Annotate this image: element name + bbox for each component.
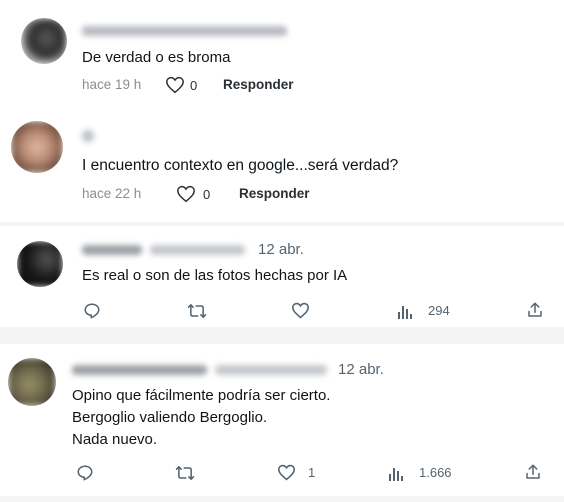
tweet-text-line-2: Bergoglio valiendo Bergoglio.	[72, 409, 268, 426]
tweet-text-line-3: Nada nuevo.	[72, 431, 158, 448]
tweet-date[interactable]: 12 abr.	[338, 361, 384, 378]
display-name-blurred[interactable]	[72, 365, 207, 375]
avatar[interactable]	[11, 121, 63, 173]
like-icon[interactable]	[291, 302, 310, 319]
like-icon[interactable]	[277, 464, 296, 481]
section-separator	[0, 222, 564, 226]
reply-button[interactable]: Responder	[239, 186, 310, 201]
comment-text: De verdad o es broma	[82, 49, 231, 66]
username-blurred[interactable]	[82, 130, 94, 142]
tweet-date[interactable]: 12 abr.	[258, 241, 304, 258]
comment-text: I encuentro contexto en google...será ve…	[82, 157, 399, 174]
avatar[interactable]	[8, 358, 56, 406]
heart-icon[interactable]	[176, 185, 196, 203]
like-count: 0	[190, 78, 198, 93]
reply-icon[interactable]	[83, 302, 101, 320]
share-icon[interactable]	[526, 301, 544, 319]
tweet-text: Es real o son de las fotos hechas por IA	[82, 267, 348, 284]
reply-icon[interactable]	[76, 464, 94, 482]
avatar[interactable]	[17, 241, 63, 287]
bottom-edge	[0, 496, 564, 502]
views-count: 1.666	[419, 465, 452, 480]
retweet-icon[interactable]	[175, 464, 195, 482]
like-count: 0	[203, 187, 211, 202]
share-icon[interactable]	[524, 463, 542, 481]
views-count: 294	[428, 303, 450, 318]
heart-icon[interactable]	[165, 76, 185, 94]
views-icon[interactable]	[397, 303, 413, 319]
reply-button[interactable]: Responder	[223, 77, 294, 92]
comment-time: hace 19 h	[82, 77, 142, 92]
display-name-blurred[interactable]	[82, 245, 142, 255]
like-count: 1	[308, 465, 316, 480]
comment-time: hace 22 h	[82, 186, 142, 201]
handle-blurred[interactable]	[150, 245, 245, 255]
retweet-icon[interactable]	[187, 302, 207, 320]
section-separator	[0, 327, 564, 343]
username-blurred[interactable]	[82, 26, 287, 36]
handle-blurred[interactable]	[215, 365, 327, 375]
divider	[0, 343, 564, 344]
avatar[interactable]	[21, 18, 67, 64]
views-icon[interactable]	[388, 465, 404, 481]
tweet-text-line-1: Opino que fácilmente podría ser cierto.	[72, 387, 331, 404]
